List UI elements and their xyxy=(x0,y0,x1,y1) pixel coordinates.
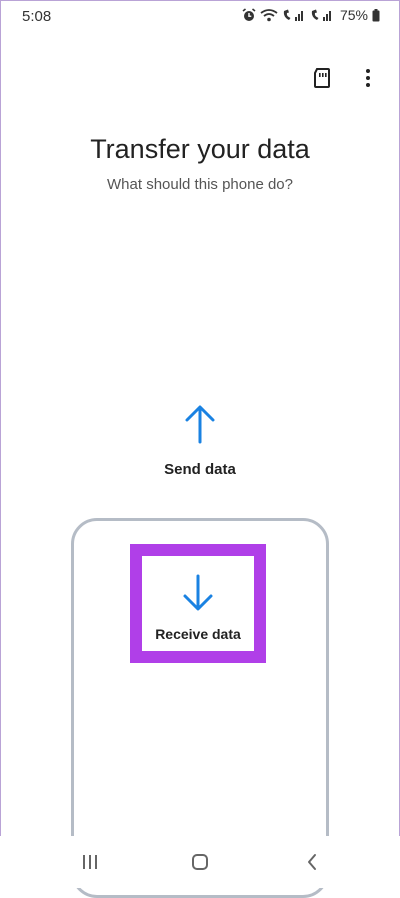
back-icon[interactable] xyxy=(292,848,332,876)
arrow-down-icon xyxy=(181,574,215,617)
battery-icon xyxy=(372,8,380,22)
page-title: Transfer your data xyxy=(90,134,310,164)
receive-data-label: Receive data xyxy=(155,626,241,642)
wifi-calling-icon xyxy=(260,8,278,22)
arrow-up-icon xyxy=(183,404,217,449)
page-subtitle: What should this phone do? xyxy=(107,176,293,193)
signal-icon xyxy=(282,8,306,22)
send-data-label: Send data xyxy=(164,461,236,478)
recents-icon[interactable] xyxy=(70,848,110,876)
sd-card-icon[interactable] xyxy=(310,66,334,90)
more-options-icon[interactable] xyxy=(356,66,380,90)
send-data-button[interactable]: Send data xyxy=(140,404,260,484)
battery-percentage: 75% xyxy=(339,7,368,23)
receive-data-button[interactable]: Receive data xyxy=(142,556,254,651)
status-bar: 5:08 75% xyxy=(0,0,400,36)
home-icon[interactable] xyxy=(180,848,220,876)
toolbar xyxy=(310,66,380,90)
status-time: 5:08 xyxy=(22,8,52,25)
status-icons: 75% xyxy=(242,7,380,23)
navigation-bar xyxy=(0,836,400,888)
signal-icon xyxy=(310,8,334,22)
alarm-icon xyxy=(242,8,256,22)
